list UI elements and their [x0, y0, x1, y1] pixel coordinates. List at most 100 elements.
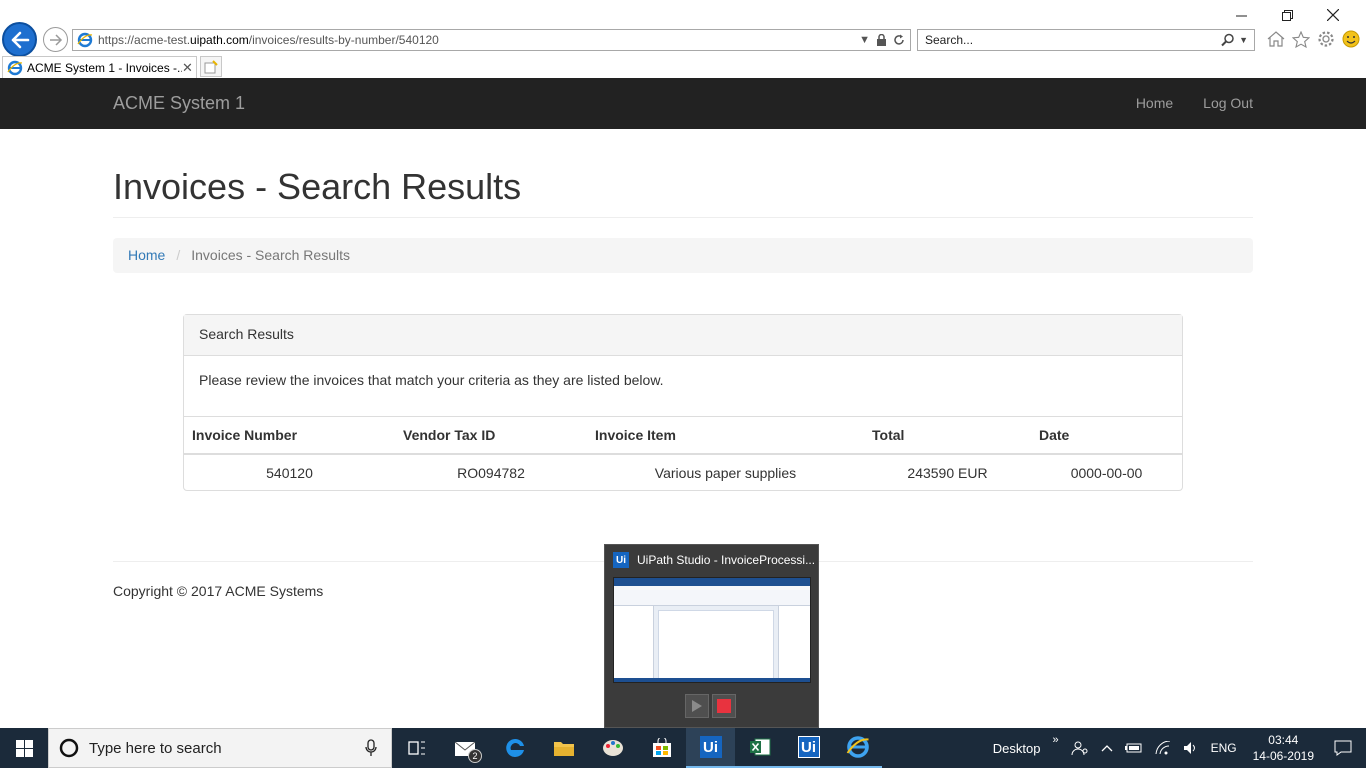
wifi-icon[interactable] — [1149, 728, 1177, 768]
show-hidden-icons-chevron-icon[interactable] — [1095, 728, 1119, 768]
taskbar-uipath-studio-app[interactable]: Ui — [686, 728, 735, 768]
taskbar-file-explorer-app[interactable] — [539, 728, 588, 768]
cell-invoice-number: 540120 — [266, 464, 313, 481]
browser-search-bar[interactable]: ▼ — [917, 29, 1255, 51]
column-header-invoice-number: Invoice Number — [184, 417, 395, 455]
cell-total: 243590 EUR — [907, 464, 988, 481]
start-button[interactable] — [0, 728, 48, 768]
address-actions: ▼ — [859, 34, 910, 46]
cell-vendor-tax-id: RO094782 — [457, 464, 525, 481]
taskbar-store-app[interactable] — [637, 728, 686, 768]
footer-copyright: Copyright © 2017 ACME Systems — [113, 583, 324, 599]
ie-favicon-icon — [7, 60, 23, 75]
taskbar-uipath-robot-app[interactable]: Ui — [784, 728, 833, 768]
forward-button[interactable] — [43, 27, 68, 52]
breadcrumb: Home / Invoices - Search Results — [113, 238, 1253, 273]
new-tab-icon — [204, 59, 218, 73]
taskbar-search-input[interactable] — [89, 739, 365, 757]
search-dropdown-icon[interactable]: ▼ — [1239, 35, 1248, 45]
excel-icon — [749, 738, 770, 756]
action-center-icon[interactable] — [1324, 728, 1366, 768]
window-controls — [1218, 4, 1356, 26]
preview-header: Ui UiPath Studio - InvoiceProcessi... — [605, 545, 818, 575]
taskbar-paint-app[interactable] — [588, 728, 637, 768]
taskbar-search-box[interactable] — [48, 728, 392, 768]
uipath-icon: Ui — [797, 736, 820, 758]
preview-thumbnail[interactable] — [613, 577, 811, 683]
people-icon[interactable] — [1065, 728, 1095, 768]
browser-chrome: https://acme-test.uipath.com/invoices/re… — [0, 0, 1366, 78]
smiley-feedback-icon[interactable] — [1341, 29, 1361, 49]
clock-date: 14-06-2019 — [1252, 749, 1314, 763]
nav-home-link[interactable]: Home — [1136, 95, 1173, 111]
refresh-icon[interactable] — [893, 34, 905, 46]
table-header-row: Invoice Number Vendor Tax ID Invoice Ite… — [184, 417, 1182, 455]
tab-close-icon[interactable]: ✕ — [182, 60, 196, 76]
folder-icon — [553, 742, 574, 756]
search-icon[interactable] — [1221, 33, 1235, 47]
system-clock[interactable]: 03:44 14-06-2019 — [1243, 732, 1324, 764]
column-header-invoice-item: Invoice Item — [587, 417, 864, 455]
column-header-total: Total — [864, 417, 1031, 455]
uipath-icon: Ui — [699, 736, 722, 758]
microphone-icon[interactable] — [365, 739, 377, 757]
stop-icon — [717, 699, 731, 713]
cortana-circle-icon — [59, 738, 79, 758]
breadcrumb-current: Invoices - Search Results — [191, 247, 350, 263]
lock-icon[interactable] — [876, 34, 887, 46]
dropdown-arrow-icon[interactable]: ▼ — [859, 34, 870, 46]
address-bar[interactable]: https://acme-test.uipath.com/invoices/re… — [72, 29, 911, 51]
play-icon — [692, 700, 702, 712]
internet-explorer-icon — [846, 736, 869, 758]
title-divider — [113, 217, 1253, 218]
taskbar-edge-app[interactable] — [490, 728, 539, 768]
windows-logo-icon — [15, 739, 33, 757]
restore-button[interactable] — [1264, 4, 1310, 26]
toolbar-expand-icon[interactable]: » — [1046, 728, 1064, 768]
brand-link[interactable]: ACME System 1 — [113, 93, 245, 114]
search-results-panel: Search Results Please review the invoice… — [183, 314, 1183, 491]
run-button[interactable] — [685, 694, 709, 718]
top-navbar: ACME System 1 Home Log Out — [0, 78, 1366, 129]
back-arrow-icon — [11, 31, 29, 48]
store-bag-icon — [652, 738, 671, 757]
taskbar-excel-app[interactable] — [735, 728, 784, 768]
mail-badge: 2 — [468, 749, 482, 763]
close-window-button[interactable] — [1310, 4, 1356, 26]
url-text[interactable]: https://acme-test.uipath.com/invoices/re… — [98, 33, 859, 47]
invoices-table: Invoice Number Vendor Tax ID Invoice Ite… — [184, 417, 1182, 490]
input-language[interactable]: ENG — [1205, 728, 1243, 768]
column-header-date: Date — [1031, 417, 1182, 455]
favorites-star-icon[interactable] — [1291, 29, 1311, 49]
browser-search-input[interactable] — [925, 33, 1222, 47]
breadcrumb-home-link[interactable]: Home — [128, 247, 165, 264]
taskbar-internet-explorer-app[interactable] — [833, 728, 882, 768]
uipath-logo-icon: Ui — [613, 552, 629, 568]
edge-icon — [505, 738, 524, 757]
new-tab-button[interactable] — [200, 56, 222, 77]
desktop-toolbar-label[interactable]: Desktop — [987, 728, 1047, 768]
home-icon[interactable] — [1266, 29, 1286, 49]
preview-title: UiPath Studio - InvoiceProcessi... — [637, 553, 816, 567]
tab-title: ACME System 1 - Invoices -... — [27, 60, 182, 75]
column-header-vendor-tax-id: Vendor Tax ID — [395, 417, 587, 455]
back-button[interactable] — [2, 22, 37, 57]
preview-controls — [685, 694, 736, 718]
nav-logout-link[interactable]: Log Out — [1203, 95, 1253, 111]
ie-favicon-icon — [77, 32, 93, 48]
taskbar-window-preview[interactable]: Ui UiPath Studio - InvoiceProcessi... — [604, 544, 819, 728]
taskbar-mail-app[interactable]: 2 — [441, 728, 490, 768]
task-view-button[interactable] — [392, 728, 441, 768]
forward-arrow-icon — [49, 33, 62, 46]
breadcrumb-separator: / — [176, 247, 181, 263]
battery-icon[interactable] — [1119, 728, 1149, 768]
settings-gear-icon[interactable] — [1316, 29, 1336, 49]
stop-button[interactable] — [712, 694, 736, 718]
volume-icon[interactable] — [1177, 728, 1205, 768]
browser-toolbar — [1266, 29, 1361, 49]
table-row: 540120 RO094782 Various paper supplies 2… — [184, 454, 1182, 490]
cell-date: 0000-00-00 — [1070, 464, 1143, 481]
browser-tab[interactable]: ACME System 1 - Invoices -... ✕ — [2, 56, 197, 78]
minimize-button[interactable] — [1218, 4, 1264, 26]
panel-body-text: Please review the invoices that match yo… — [184, 356, 1182, 417]
